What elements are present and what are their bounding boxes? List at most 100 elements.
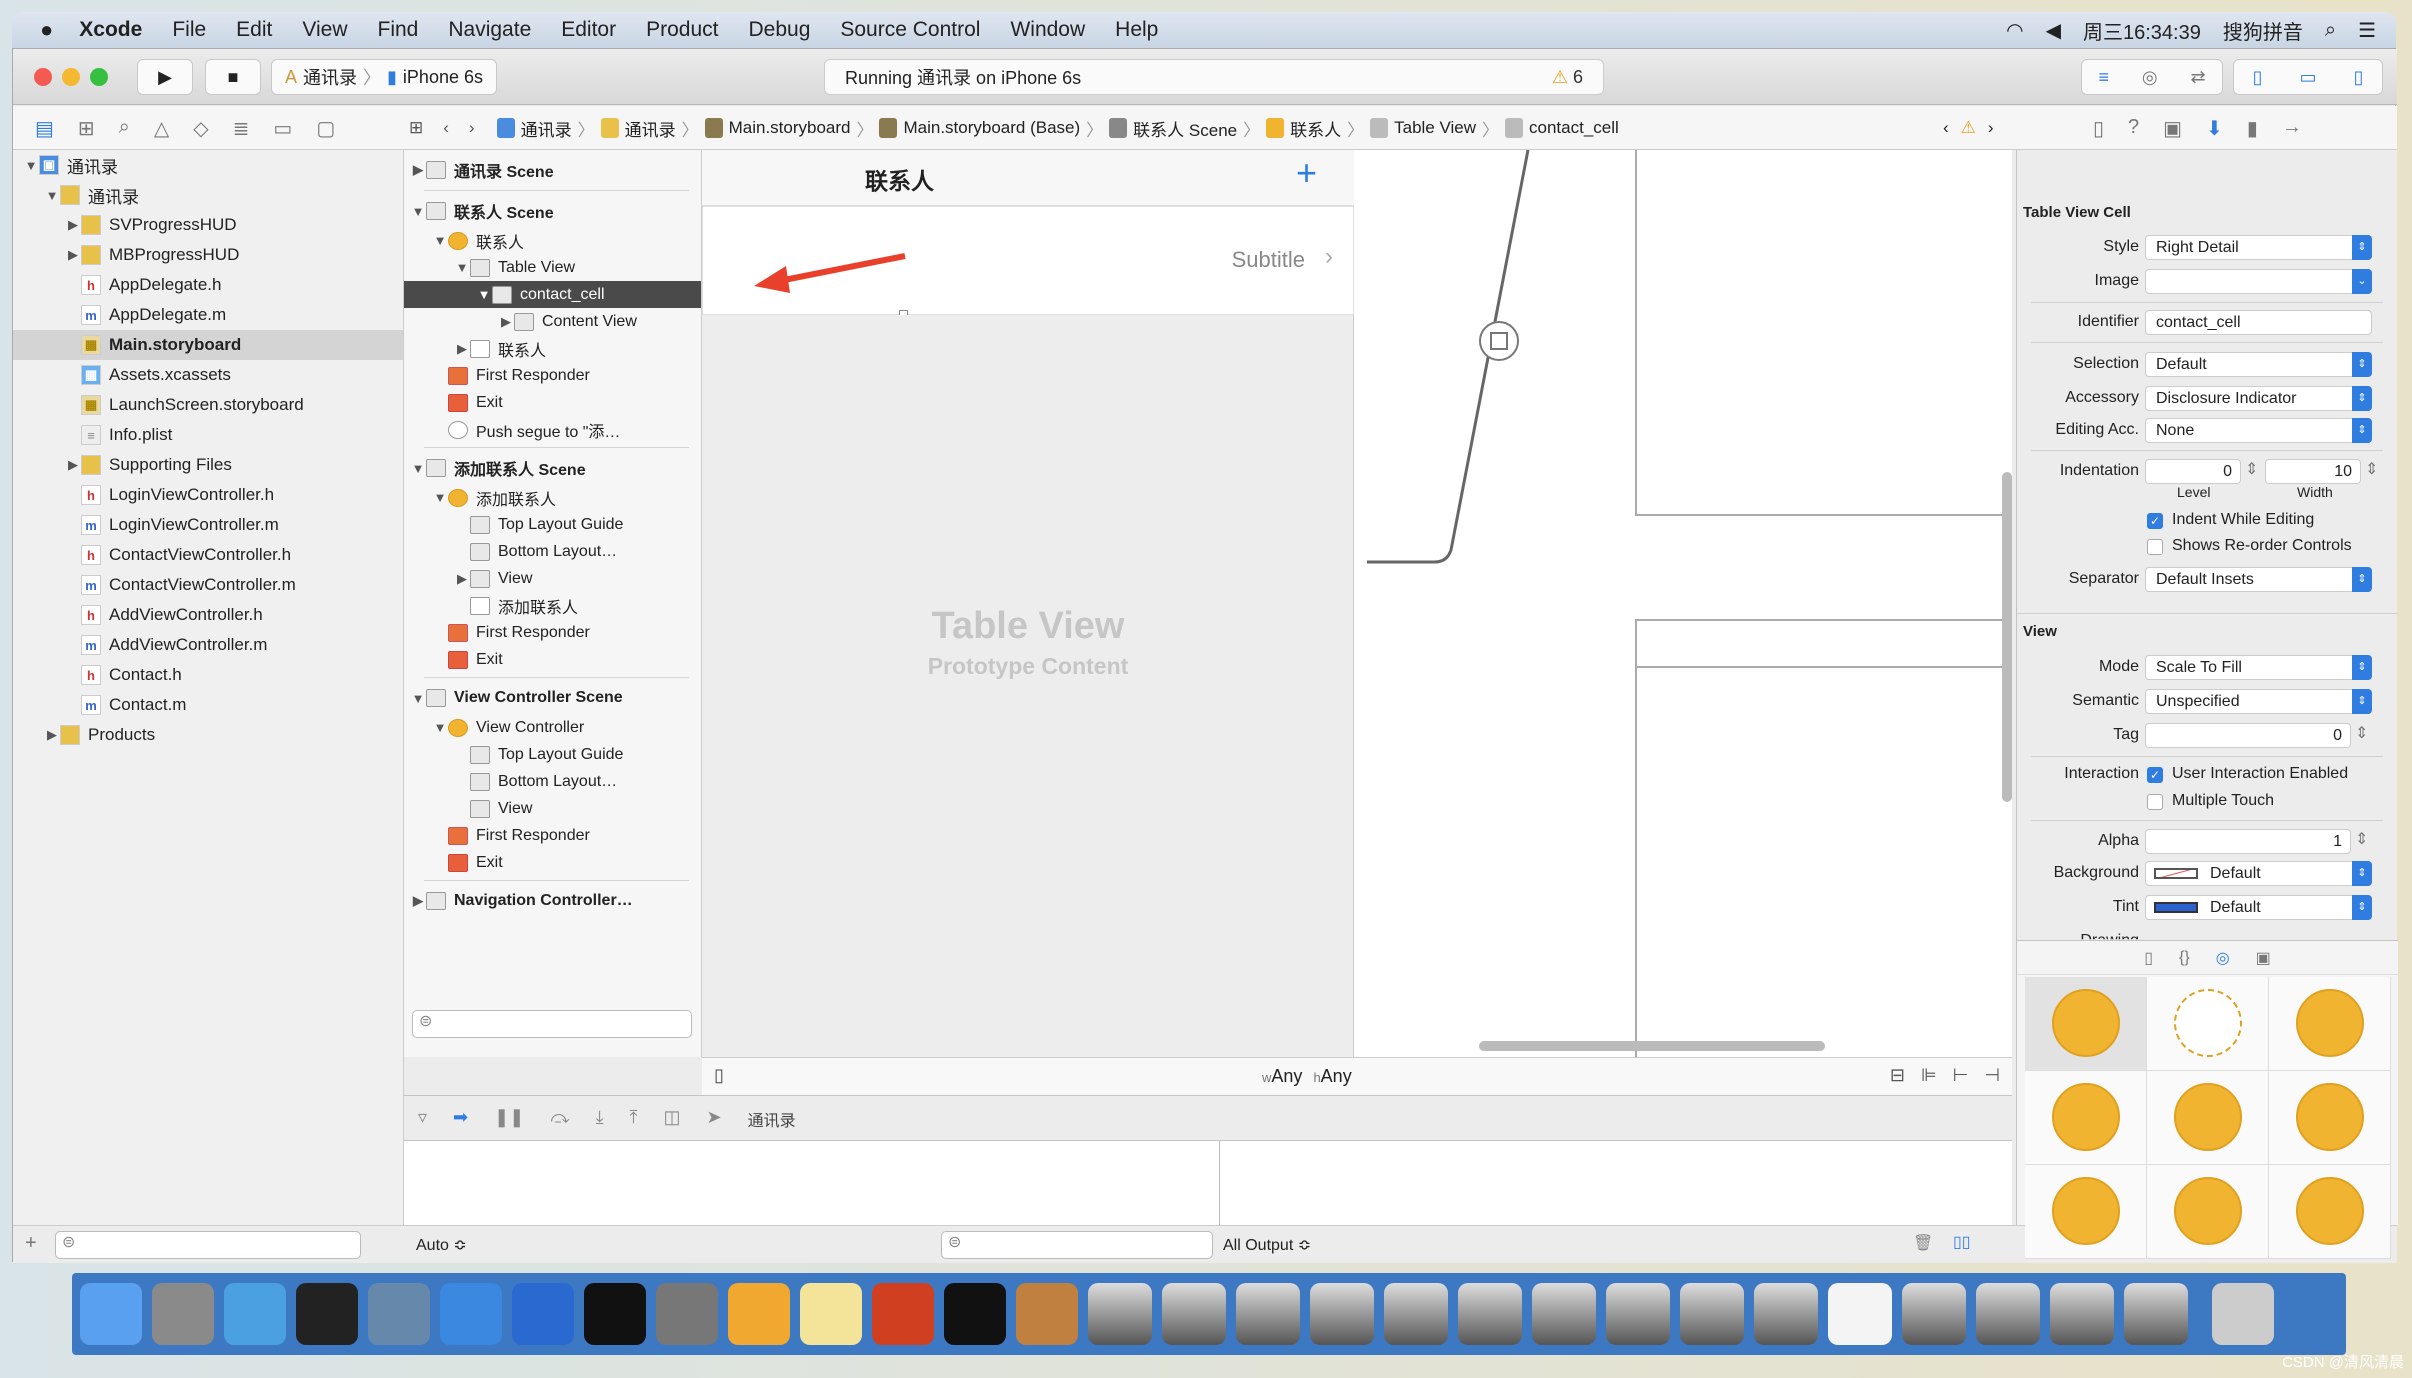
outline-item[interactable]: Top Layout Guide: [404, 511, 701, 538]
step-in-icon[interactable]: ⤓: [596, 1107, 604, 1131]
forward-button[interactable]: ›: [469, 118, 475, 138]
accessory-popup[interactable]: Disclosure Indicator ⇕: [2145, 386, 2372, 411]
disclosure-triangle-icon[interactable]: ▶: [65, 217, 81, 233]
console-output-selector[interactable]: All Output ≎: [1223, 1235, 1311, 1255]
disclosure-triangle-icon[interactable]: ▼: [44, 188, 60, 203]
indent-while-editing-checkbox[interactable]: ✓: [2147, 513, 2163, 529]
navigator-item[interactable]: ≡ Info.plist: [13, 420, 403, 450]
editor-mode-group[interactable]: ≡ ◎ ⇄: [2081, 59, 2223, 95]
file-template-icon[interactable]: ▯: [2144, 948, 2153, 968]
warning-icon[interactable]: ⚠: [1961, 118, 1976, 138]
disclosure-triangle-icon[interactable]: ▼: [410, 691, 426, 706]
scene-header[interactable]: ▼ View Controller Scene: [404, 682, 701, 714]
breadcrumb-item[interactable]: Table View 〉: [1370, 116, 1499, 141]
library-item-tab-bar-controller[interactable]: [2269, 1071, 2391, 1165]
outline-item[interactable]: Exit: [404, 849, 701, 876]
disclosure-triangle-icon[interactable]: ▶: [65, 457, 81, 473]
indent-width-field[interactable]: 10: [2265, 459, 2361, 484]
align-icon[interactable]: ⊫: [1921, 1065, 1937, 1086]
navigator-item[interactable]: h Contact.h: [13, 660, 403, 690]
library-item-collection-view-controller[interactable]: [2147, 1071, 2269, 1165]
disclosure-triangle-icon[interactable]: ▶: [410, 893, 426, 909]
navigator-item[interactable]: h ContactViewController.h: [13, 540, 403, 570]
navigator-item[interactable]: ▦ LaunchScreen.storyboard: [13, 390, 403, 420]
editing-acc-popup[interactable]: None ⇕: [2145, 418, 2372, 443]
outline-item[interactable]: ▼ contact_cell: [404, 281, 701, 308]
semantic-popup[interactable]: Unspecified ⇕: [2145, 689, 2372, 714]
project-navigator-icon[interactable]: ▤: [35, 116, 54, 141]
alpha-field[interactable]: 1: [2145, 829, 2351, 854]
pause-icon[interactable]: ❚❚: [494, 1107, 524, 1131]
navigator-item[interactable]: m LoginViewController.m: [13, 510, 403, 540]
outline-item[interactable]: Exit: [404, 646, 701, 673]
disclosure-triangle-icon[interactable]: ▼: [23, 158, 39, 173]
dock-minimized-window-icon[interactable]: [1976, 1283, 2040, 1345]
selection-popup[interactable]: Default ⇕: [2145, 352, 2372, 377]
outline-item[interactable]: 添加联系人: [404, 592, 701, 619]
run-button[interactable]: ▶: [137, 59, 193, 95]
outline-item[interactable]: ▶ 联系人: [404, 335, 701, 362]
object-library-icon[interactable]: ◎: [2216, 948, 2230, 968]
menu-edit[interactable]: Edit: [236, 18, 272, 42]
dock-launchpad-icon[interactable]: [152, 1283, 214, 1345]
dock-safari-icon[interactable]: [224, 1283, 286, 1345]
related-items-icon[interactable]: ⊞: [409, 118, 423, 138]
connections-inspector-icon[interactable]: →: [2282, 116, 2302, 141]
tint-popup[interactable]: Default ⇕: [2145, 895, 2372, 920]
menu-window[interactable]: Window: [1010, 18, 1085, 42]
help-inspector-icon[interactable]: ?: [2128, 116, 2139, 141]
dock-minimized-window-icon[interactable]: [1310, 1283, 1374, 1345]
navigator-item[interactable]: m Contact.m: [13, 690, 403, 720]
debug-navigator-icon[interactable]: ≣: [233, 116, 250, 141]
navigator-item[interactable]: ▦ Main.storyboard: [13, 330, 403, 360]
navigator-item[interactable]: m ContactViewController.m: [13, 570, 403, 600]
navigator-item[interactable]: h LoginViewController.h: [13, 480, 403, 510]
scheme-selector[interactable]: A 通讯录〉 ▮ iPhone 6s: [271, 59, 497, 95]
disclosure-triangle-icon[interactable]: ▶: [454, 341, 470, 357]
location-icon[interactable]: ➤: [707, 1107, 722, 1131]
navigator-item[interactable]: ▦ Assets.xcassets: [13, 360, 403, 390]
disclosure-triangle-icon[interactable]: ▶: [44, 727, 60, 743]
shows-reorder-checkbox[interactable]: [2147, 539, 2163, 555]
assistant-editor-icon[interactable]: ◎: [2142, 67, 2158, 88]
breadcrumb-item[interactable]: 通讯录〉: [496, 116, 595, 141]
mode-popup[interactable]: Scale To Fill ⇕: [2145, 655, 2372, 680]
breadcrumb-item[interactable]: Main.storyboard 〉: [704, 116, 873, 141]
library-item-glkit-view-controller[interactable]: [2269, 1165, 2391, 1259]
pin-icon[interactable]: ⊢: [1953, 1065, 1969, 1086]
disclosure-triangle-icon[interactable]: ▼: [410, 461, 426, 476]
hide-debug-icon[interactable]: ▿: [418, 1107, 427, 1131]
dock-minimized-window-icon[interactable]: [1236, 1283, 1300, 1345]
breadcrumb-item[interactable]: 联系人〉: [1266, 116, 1364, 141]
spotlight-icon[interactable]: ⌕: [2325, 19, 2336, 42]
dock-minimized-window-icon[interactable]: [2124, 1283, 2188, 1345]
disclosure-triangle-icon[interactable]: ▼: [410, 204, 426, 219]
outline-item[interactable]: ▼ 添加联系人: [404, 484, 701, 511]
disclosure-triangle-icon[interactable]: ▶: [454, 571, 470, 587]
report-navigator-icon[interactable]: ▢: [316, 116, 335, 141]
next-issue-button[interactable]: ›: [1988, 118, 1994, 138]
apple-icon[interactable]: ●: [40, 17, 53, 43]
dock-minimized-window-icon[interactable]: [1532, 1283, 1596, 1345]
navigator-item[interactable]: h AppDelegate.h: [13, 270, 403, 300]
library-item-split-view-controller[interactable]: [2025, 1165, 2147, 1259]
back-button[interactable]: ‹: [443, 118, 449, 138]
navigator-filter[interactable]: ⊜: [55, 1231, 361, 1259]
outline-item[interactable]: Top Layout Guide: [404, 741, 701, 768]
library-item-storyboard-reference[interactable]: [2147, 977, 2269, 1071]
image-combo[interactable]: ⌄: [2145, 269, 2372, 294]
panel-toggle-group[interactable]: ▯ ▭ ▯: [2233, 59, 2383, 95]
tag-field[interactable]: 0: [2145, 723, 2351, 748]
dock-minimized-window-icon[interactable]: [1754, 1283, 1818, 1345]
navigator-item[interactable]: ▶ MBProgressHUD: [13, 240, 403, 270]
dock-photo-app-icon[interactable]: [1016, 1283, 1078, 1345]
menu-help[interactable]: Help: [1115, 18, 1158, 42]
dock-sketch-icon[interactable]: [728, 1283, 790, 1345]
attributes-inspector-icon[interactable]: ⬇: [2206, 116, 2223, 141]
outline-item[interactable]: ▼ View Controller: [404, 714, 701, 741]
outline-item[interactable]: ▼ 联系人: [404, 227, 701, 254]
breadcrumb-item[interactable]: 联系人 Scene 〉: [1109, 116, 1260, 141]
navigator-toggle-icon[interactable]: ▯: [2253, 67, 2263, 88]
menu-file[interactable]: File: [172, 18, 206, 42]
menu-product[interactable]: Product: [646, 18, 718, 42]
